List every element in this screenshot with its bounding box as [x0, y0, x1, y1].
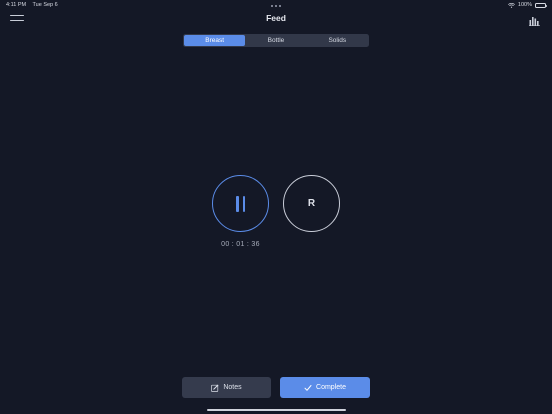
complete-label: Complete — [316, 384, 346, 391]
notes-label: Notes — [223, 384, 242, 391]
tab-bottle[interactable]: Bottle — [245, 35, 306, 46]
tab-breast[interactable]: Breast — [184, 35, 246, 46]
complete-button[interactable]: Complete — [280, 377, 370, 398]
right-side-label: R — [307, 198, 316, 209]
pause-icon — [236, 195, 245, 212]
wifi-icon — [507, 2, 515, 8]
bar-chart-icon[interactable] — [529, 13, 540, 26]
pause-button[interactable] — [212, 175, 269, 232]
status-left: 4:11 PM Tue Sep 6 — [6, 2, 63, 8]
feed-type-tabs: Breast Bottle Solids — [183, 34, 369, 47]
home-indicator[interactable] — [207, 408, 346, 411]
status-right: 100% — [507, 2, 547, 8]
battery-percent: 100% — [517, 2, 532, 8]
tab-solids[interactable]: Solids — [307, 35, 368, 46]
elapsed-timer: 00 : 01 : 36 — [221, 241, 260, 248]
multitasking-dots-icon[interactable] — [271, 5, 281, 7]
page-title: Feed — [266, 13, 286, 23]
status-date: Tue Sep 6 — [32, 2, 58, 8]
checkmark-icon — [304, 384, 312, 392]
edit-note-icon — [211, 384, 219, 392]
status-time: 4:11 PM — [6, 2, 27, 8]
right-side-button[interactable]: R — [283, 175, 340, 232]
notes-button[interactable]: Notes — [182, 377, 271, 398]
battery-icon — [535, 2, 547, 8]
